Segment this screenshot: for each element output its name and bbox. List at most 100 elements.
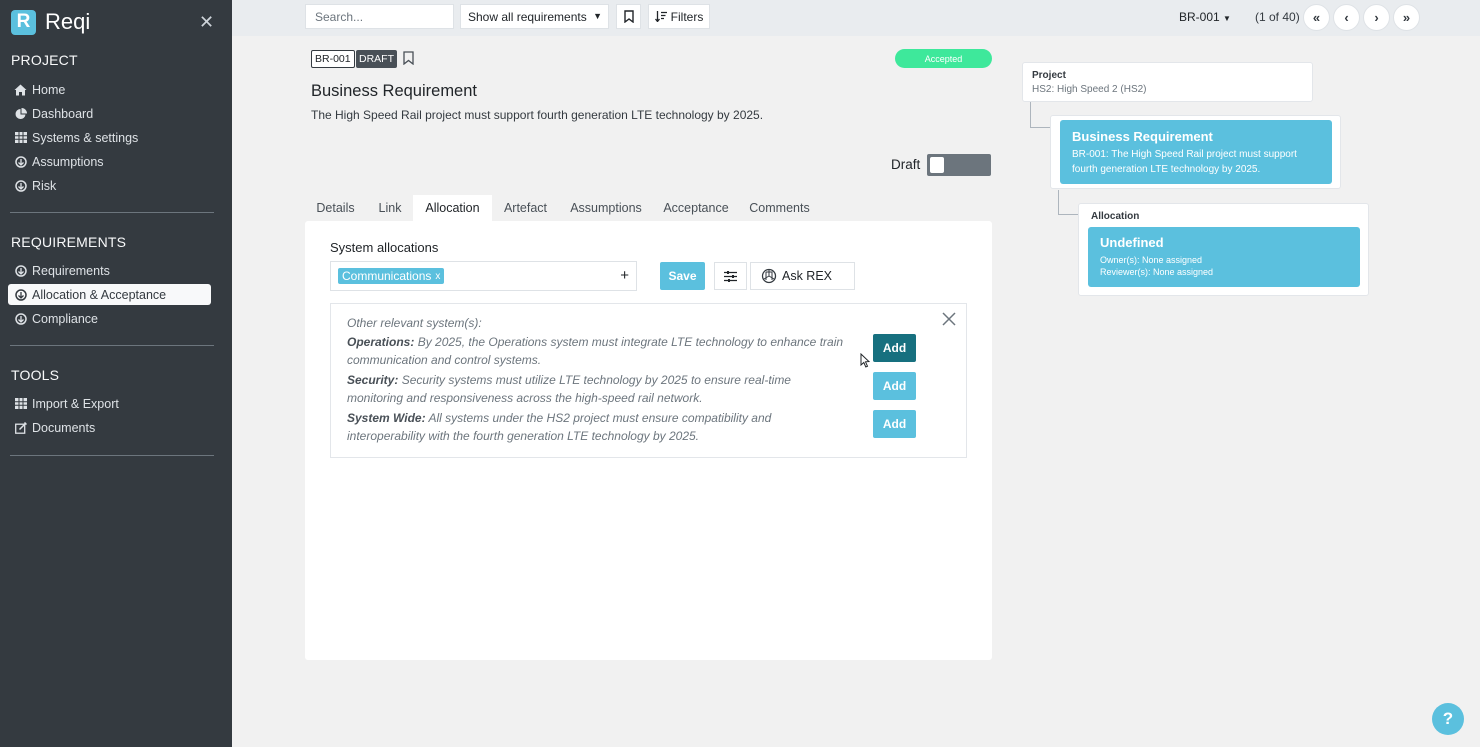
tree-connector bbox=[1058, 190, 1059, 214]
sidebar-item-documents[interactable]: Documents bbox=[8, 417, 211, 438]
sidebar-item-assumptions[interactable]: Assumptions bbox=[8, 151, 211, 172]
tab-comments[interactable]: Comments bbox=[741, 195, 818, 221]
system-tag: Communications x bbox=[338, 268, 445, 284]
sidebar-item-systems-settings[interactable]: Systems & settings bbox=[8, 127, 211, 148]
chevron-left-icon: ‹ bbox=[1344, 10, 1349, 25]
sidebar-item-label: Assumptions bbox=[32, 154, 104, 169]
sidebar-item-label: Requirements bbox=[32, 263, 110, 278]
double-chevron-left-icon: « bbox=[1312, 10, 1321, 25]
current-id: BR-001 bbox=[1179, 10, 1220, 24]
ask-rex-button[interactable]: Ask REX bbox=[750, 262, 855, 290]
allocation-node-card[interactable]: Undefined Owner(s): None assigned Review… bbox=[1088, 227, 1360, 287]
home-icon bbox=[14, 83, 27, 96]
sidebar-item-allocation-acceptance[interactable]: Allocation & Acceptance bbox=[8, 284, 211, 305]
close-suggestions-icon[interactable] bbox=[942, 312, 956, 331]
filters-button[interactable]: Filters bbox=[648, 4, 710, 29]
sidebar-item-requirements[interactable]: Requirements bbox=[8, 260, 211, 281]
tab-link[interactable]: Link bbox=[368, 195, 412, 221]
caret-down-icon: ▼ bbox=[1223, 14, 1231, 23]
suggestion-item: Security: Security systems must utilize … bbox=[347, 372, 847, 407]
sidebar-item-home[interactable]: Home bbox=[8, 79, 211, 100]
suggestion-item: System Wide: All systems under the HS2 p… bbox=[347, 410, 847, 445]
sidebar-divider bbox=[10, 455, 214, 456]
project-value: HS2: High Speed 2 (HS2) bbox=[1032, 84, 1147, 95]
tag-remove-icon[interactable]: x bbox=[435, 271, 440, 282]
sidebar-item-label: Documents bbox=[32, 420, 96, 435]
suggestion-item: Operations: By 2025, the Operations syst… bbox=[347, 334, 847, 369]
sidebar-item-compliance[interactable]: Compliance bbox=[8, 308, 211, 329]
allocation-node-title: Undefined bbox=[1100, 235, 1164, 250]
top-toolbar: Show all requirements ▼ Filters BR-001 ▼… bbox=[232, 0, 1480, 36]
sort-icon bbox=[654, 11, 667, 22]
suggestions-panel: Other relevant system(s): Operations: By… bbox=[330, 303, 967, 458]
sidebar-item-label: Home bbox=[32, 82, 66, 97]
bookmark-icon bbox=[403, 51, 414, 66]
requirement-description: The High Speed Rail project must support… bbox=[311, 108, 764, 122]
close-sidebar-icon[interactable]: ✕ bbox=[199, 12, 214, 33]
circle-arrow-icon bbox=[14, 288, 27, 301]
record-counter: (1 of 40) bbox=[1255, 10, 1300, 24]
acceptance-status-pill: Accepted bbox=[895, 49, 992, 68]
bookmark-icon bbox=[623, 10, 634, 23]
grid-icon bbox=[14, 131, 27, 144]
status-badge: DRAFT bbox=[356, 50, 397, 68]
sidebar-item-import-export[interactable]: Import & Export bbox=[8, 393, 211, 414]
suggestion-system: System Wide: bbox=[347, 411, 426, 425]
sidebar-item-risk[interactable]: Risk bbox=[8, 175, 211, 196]
suggestion-system: Security: bbox=[347, 373, 399, 387]
brand[interactable]: R Reqi bbox=[11, 9, 90, 35]
bookmark-button[interactable] bbox=[403, 51, 414, 70]
add-operations-button[interactable]: Add bbox=[873, 334, 916, 362]
pie-chart-icon bbox=[14, 107, 27, 120]
bookmark-filter-button[interactable] bbox=[616, 4, 641, 29]
page-title: Business Requirement bbox=[311, 82, 477, 100]
tab-artefact[interactable]: Artefact bbox=[495, 195, 556, 221]
allocation-label: Allocation bbox=[1091, 211, 1140, 222]
prev-record-button[interactable]: ‹ bbox=[1333, 4, 1360, 31]
requirement-node-title: Business Requirement bbox=[1072, 129, 1213, 144]
circle-arrow-icon bbox=[14, 155, 27, 168]
sidebar-item-label: Import & Export bbox=[32, 396, 119, 411]
toggle-knob bbox=[930, 157, 944, 173]
circle-arrow-icon bbox=[14, 312, 27, 325]
help-button[interactable]: ? bbox=[1432, 703, 1464, 735]
tag-label: Communications bbox=[342, 269, 432, 283]
circle-arrow-icon bbox=[14, 179, 27, 192]
first-record-button[interactable]: « bbox=[1303, 4, 1330, 31]
sidebar-item-label: Systems & settings bbox=[32, 130, 139, 145]
system-allocations-input[interactable]: Communications x + bbox=[330, 261, 637, 291]
tab-acceptance[interactable]: Acceptance bbox=[656, 195, 736, 221]
save-button[interactable]: Save bbox=[660, 262, 705, 290]
app-name: Reqi bbox=[45, 9, 91, 34]
tree-node-requirement[interactable]: Business Requirement BR-001: The High Sp… bbox=[1060, 120, 1332, 184]
sidebar-item-dashboard[interactable]: Dashboard bbox=[8, 103, 211, 124]
reqi-logo: R bbox=[11, 9, 36, 35]
requirement-node-text: BR-001: The High Speed Rail project must… bbox=[1072, 149, 1297, 175]
sidebar: R Reqi ✕ PROJECT Home Dashboard Systems … bbox=[0, 0, 232, 747]
tab-details[interactable]: Details bbox=[308, 195, 363, 221]
suggestions-title: Other relevant system(s): bbox=[347, 316, 482, 330]
draft-toggle-label: Draft bbox=[891, 157, 921, 172]
last-record-button[interactable]: » bbox=[1393, 4, 1420, 31]
circle-arrow-icon bbox=[14, 264, 27, 277]
tree-connector bbox=[1030, 101, 1031, 127]
tab-allocation[interactable]: Allocation bbox=[413, 195, 492, 221]
system-allocations-label: System allocations bbox=[330, 240, 439, 255]
add-security-button[interactable]: Add bbox=[873, 372, 916, 400]
double-chevron-right-icon: » bbox=[1402, 10, 1411, 25]
tree-node-project[interactable]: Project HS2: High Speed 2 (HS2) bbox=[1022, 62, 1313, 102]
chevron-right-icon: › bbox=[1374, 10, 1379, 25]
sidebar-item-label: Dashboard bbox=[32, 106, 94, 121]
sliders-icon bbox=[724, 270, 737, 282]
settings-button[interactable] bbox=[714, 262, 747, 290]
tab-assumptions[interactable]: Assumptions bbox=[562, 195, 650, 221]
requirement-id-dropdown[interactable]: BR-001 ▼ bbox=[1179, 10, 1231, 24]
add-system-wide-button[interactable]: Add bbox=[873, 410, 916, 438]
draft-toggle[interactable] bbox=[927, 154, 991, 176]
next-record-button[interactable]: › bbox=[1363, 4, 1390, 31]
search-input[interactable] bbox=[305, 4, 454, 29]
add-system-icon[interactable]: + bbox=[620, 267, 629, 284]
requirements-filter-select[interactable]: Show all requirements ▼ bbox=[460, 4, 609, 29]
tree-connector bbox=[1058, 214, 1079, 215]
suggestion-text: Security systems must utilize LTE techno… bbox=[347, 373, 791, 405]
